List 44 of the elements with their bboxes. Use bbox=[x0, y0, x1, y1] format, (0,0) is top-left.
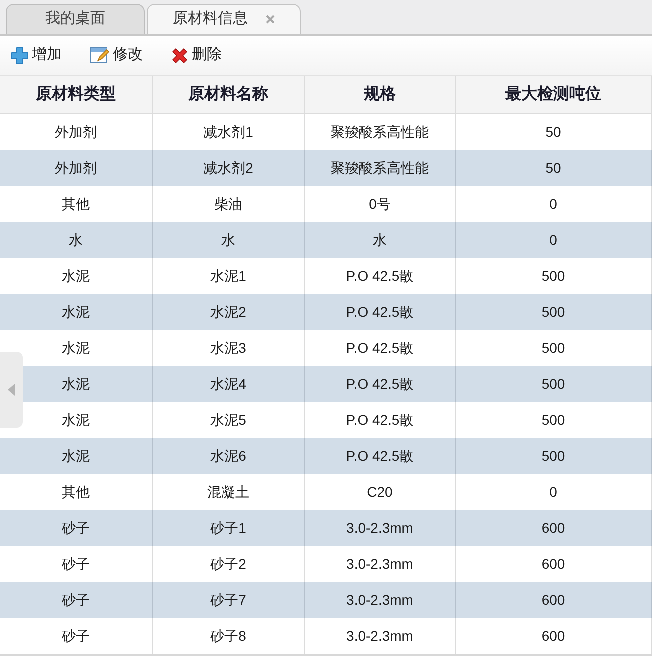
table-cell: 砂子 bbox=[0, 582, 153, 618]
tab[interactable]: 我的桌面 bbox=[6, 4, 145, 34]
table-cell: 600 bbox=[456, 510, 652, 546]
table-cell: 砂子 bbox=[0, 510, 153, 546]
column-header: 原材料名称 bbox=[153, 76, 305, 113]
table-cell: 聚羧酸系高性能 bbox=[305, 150, 456, 186]
tab-label: 原材料信息 bbox=[173, 9, 248, 30]
table-cell: 水泥 bbox=[0, 294, 153, 330]
table-cell: 500 bbox=[456, 366, 652, 402]
collapse-handle[interactable] bbox=[0, 352, 23, 428]
table-cell: 水泥6 bbox=[153, 438, 305, 474]
table-cell: 水 bbox=[0, 222, 153, 258]
tab[interactable]: 原材料信息 bbox=[147, 4, 301, 34]
table-cell: 3.0-2.3mm bbox=[305, 510, 456, 546]
table-cell: 水 bbox=[305, 222, 456, 258]
table-cell: 水泥 bbox=[0, 438, 153, 474]
tab-label: 我的桌面 bbox=[46, 9, 106, 30]
table-cell: 水泥2 bbox=[153, 294, 305, 330]
table-cell: P.O 42.5散 bbox=[305, 438, 456, 474]
table-cell: 砂子1 bbox=[153, 510, 305, 546]
table-cell: 500 bbox=[456, 294, 652, 330]
table-cell: P.O 42.5散 bbox=[305, 366, 456, 402]
left-triangle-icon bbox=[8, 384, 15, 396]
table-cell: 3.0-2.3mm bbox=[305, 582, 456, 618]
table-cell: 600 bbox=[456, 582, 652, 618]
table-cell: 减水剂2 bbox=[153, 150, 305, 186]
x-mark-icon bbox=[171, 46, 189, 64]
table-cell: 水 bbox=[153, 222, 305, 258]
toolbar-button[interactable]: 删除 bbox=[171, 44, 222, 67]
close-icon[interactable] bbox=[266, 15, 275, 24]
toolbar-button[interactable]: 修改 bbox=[90, 44, 143, 67]
table-cell: 水泥4 bbox=[153, 366, 305, 402]
column-header: 规格 bbox=[305, 76, 456, 113]
column-header: 原材料类型 bbox=[0, 76, 153, 113]
table-cell: 外加剂 bbox=[0, 150, 153, 186]
edit-window-icon bbox=[90, 46, 110, 64]
plus-icon bbox=[11, 46, 29, 64]
table-cell: P.O 42.5散 bbox=[305, 294, 456, 330]
table-cell: 砂子7 bbox=[153, 582, 305, 618]
table-cell: 0 bbox=[456, 222, 652, 258]
table-cell: 50 bbox=[456, 150, 652, 186]
toolbar-button[interactable]: 增加 bbox=[11, 44, 62, 67]
table-cell: 500 bbox=[456, 438, 652, 474]
column-header: 最大检测吨位 bbox=[456, 76, 652, 113]
